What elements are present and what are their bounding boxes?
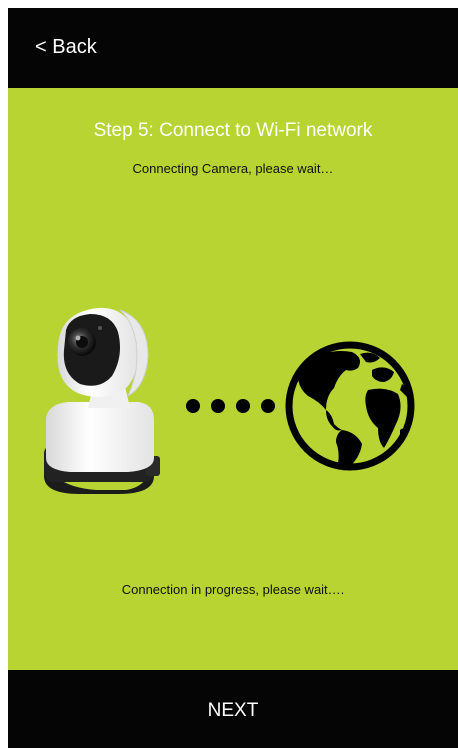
top-bar: < Back [8, 8, 458, 88]
back-button[interactable]: < Back [35, 36, 97, 59]
camera-icon [44, 307, 160, 494]
progress-dot [186, 399, 200, 413]
step-subtitle: Connecting Camera, please wait… [132, 161, 334, 176]
step-title: Step 5: Connect to Wi-Fi network [93, 120, 373, 141]
progress-dot [236, 399, 250, 413]
progress-dots [186, 399, 275, 413]
next-button[interactable]: NEXT [8, 700, 458, 722]
progress-dot [261, 399, 275, 413]
setup-screen: < Back Step 5: Connect to Wi-Fi network … [8, 8, 458, 748]
globe-icon [285, 341, 415, 471]
bottom-bar: NEXT [8, 670, 458, 748]
status-text: Connection in progress, please wait…. [121, 582, 345, 597]
connection-illustration [44, 307, 415, 494]
progress-dot [211, 399, 225, 413]
